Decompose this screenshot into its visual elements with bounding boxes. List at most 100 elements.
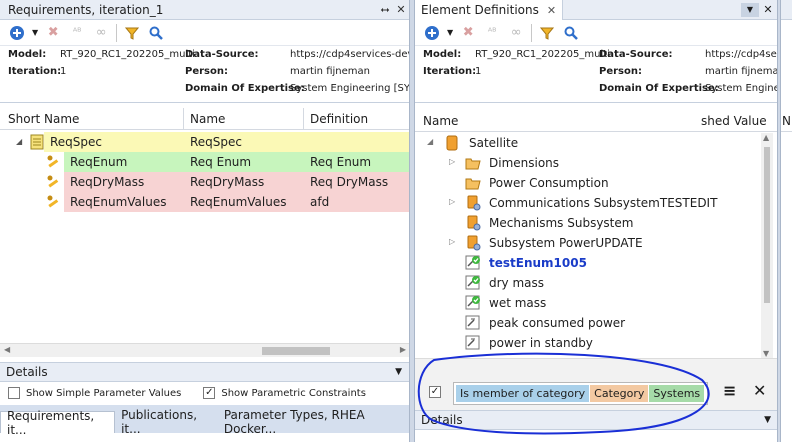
- table-row[interactable]: ◢ ReqSpec ReqSpec: [0, 132, 409, 152]
- model-label: Model:: [8, 49, 47, 60]
- tree-item[interactable]: peak consumed power: [415, 313, 761, 333]
- requirement-icon: [46, 154, 62, 173]
- show-parametric-checkbox[interactable]: ✓: [203, 387, 216, 399]
- spellcheck-icon[interactable]: ᴬᴮ: [483, 24, 501, 42]
- tree-item[interactable]: Power Consumption: [415, 173, 761, 193]
- parameter-green-icon: [465, 295, 481, 311]
- spellcheck-icon[interactable]: ᴬᴮ: [68, 24, 86, 42]
- tree-item[interactable]: dry mass: [415, 273, 761, 293]
- column-name[interactable]: Name: [423, 114, 458, 128]
- tree-item[interactable]: Mechanisms Subsystem: [415, 213, 761, 233]
- expander-icon[interactable]: ◢: [427, 137, 433, 146]
- tab-parameter-types[interactable]: Parameter Types, RHEA Docker...: [218, 408, 409, 436]
- dropdown-icon[interactable]: ▼: [741, 3, 759, 17]
- toolbar-separator: [531, 23, 533, 42]
- tab-publications[interactable]: Publications, it...: [115, 408, 218, 436]
- panel-title: Requirements, iteration_1: [8, 2, 164, 17]
- filter-menu-icon[interactable]: ≡: [723, 381, 736, 400]
- filter-icon[interactable]: [123, 24, 141, 42]
- add-dropdown-icon[interactable]: ▼: [32, 28, 38, 37]
- filter-chip[interactable]: Systems: [649, 385, 705, 402]
- element-usage-icon: [465, 215, 481, 231]
- collapse-arrow-icon[interactable]: ◢: [16, 137, 22, 146]
- domain-value: System Engineering [SYS]: [290, 83, 410, 94]
- chevron-down-icon[interactable]: ▼: [395, 367, 402, 377]
- expander-icon[interactable]: ▷: [449, 197, 455, 206]
- details-label: Details: [6, 365, 48, 379]
- search-icon[interactable]: [147, 24, 165, 42]
- filter-clear-icon[interactable]: ✕: [753, 381, 766, 400]
- add-icon[interactable]: [423, 24, 441, 42]
- search-icon[interactable]: [562, 24, 580, 42]
- table-row[interactable]: ReqDryMass ReqDryMass Req DryMass: [0, 172, 409, 193]
- binoculars-icon[interactable]: ∞: [507, 24, 525, 42]
- scroll-left-icon[interactable]: ◀: [4, 345, 10, 354]
- details-bar[interactable]: Details ▼: [0, 362, 409, 382]
- show-simple-label: Show Simple Parameter Values: [26, 387, 182, 399]
- scroll-down-icon[interactable]: ▼: [763, 349, 769, 358]
- name-cell: Req Enum: [190, 155, 252, 169]
- show-simple-checkbox[interactable]: [8, 387, 20, 399]
- filter-enabled-checkbox[interactable]: ✓: [429, 386, 441, 398]
- scroll-thumb[interactable]: [262, 347, 330, 355]
- tree-item[interactable]: testEnum1005: [415, 253, 761, 273]
- element-tree-vscrollbar[interactable]: ▲ ▼: [761, 133, 773, 358]
- requirements-titlebar: Requirements, iteration_1 ⭤ ✕: [0, 0, 409, 20]
- tab-element-definitions[interactable]: Element Definitions ✕: [415, 0, 564, 20]
- requirements-toolbar: ▼ ✖ ᴬᴮ ∞: [0, 20, 409, 46]
- expander-icon[interactable]: ▷: [449, 157, 455, 166]
- short-name-cell: ReqSpec: [50, 135, 103, 149]
- expander-icon[interactable]: ▷: [449, 237, 455, 246]
- close-icon[interactable]: ✕: [547, 4, 556, 17]
- column-name[interactable]: Name: [190, 112, 225, 126]
- domain-label: Domain Of Expertise:: [599, 83, 719, 94]
- scroll-up-icon[interactable]: ▲: [763, 133, 769, 142]
- close-icon[interactable]: ✕: [759, 0, 777, 19]
- filter-criteria[interactable]: Is member of category Category Systems: [453, 382, 709, 405]
- tree-item-label: Communications SubsystemTESTEDIT: [489, 196, 718, 210]
- filter-bar: ✓ Is member of category Category Systems ≡…: [415, 358, 777, 410]
- binoculars-icon[interactable]: ∞: [92, 24, 110, 42]
- tree-item-label: peak consumed power: [489, 316, 626, 330]
- tree-item[interactable]: ◢ Satellite: [415, 133, 761, 153]
- datasource-value: https://cdp4services-dev.rh: [290, 49, 409, 60]
- tree-item-label: power in standby: [489, 336, 593, 350]
- requirements-hscrollbar[interactable]: ◀ ▶: [0, 343, 409, 357]
- filter-icon[interactable]: [538, 24, 556, 42]
- scroll-thumb[interactable]: [764, 147, 770, 303]
- requirement-icon: [46, 174, 62, 193]
- pin-icon[interactable]: ⭤: [377, 3, 393, 17]
- domain-label: Domain Of Expertise:: [185, 83, 305, 94]
- table-row[interactable]: ReqEnum Req Enum Req Enum: [0, 152, 409, 173]
- add-dropdown-icon[interactable]: ▼: [447, 28, 453, 37]
- person-label: Person:: [185, 66, 228, 77]
- tree-item[interactable]: power in standby: [415, 333, 761, 353]
- filter-chip[interactable]: Is member of category: [456, 385, 590, 402]
- tree-item[interactable]: wet mass: [415, 293, 761, 313]
- column-published-value[interactable]: shed Value: [701, 114, 767, 128]
- toolbar-separator: [116, 23, 118, 42]
- chevron-down-icon[interactable]: ▼: [764, 415, 771, 425]
- add-icon[interactable]: [8, 24, 26, 42]
- tree-item[interactable]: ▷ Subsystem PowerUPDATE: [415, 233, 761, 253]
- details-bar[interactable]: Details ▼: [415, 410, 777, 430]
- person-label: Person:: [599, 66, 642, 77]
- iteration-label: Iteration:: [423, 66, 477, 77]
- delete-icon[interactable]: ✖: [44, 24, 62, 42]
- scroll-right-icon[interactable]: ▶: [400, 345, 406, 354]
- tab-requirements[interactable]: Requirements, it...: [0, 409, 116, 437]
- filter-chip[interactable]: Category: [590, 385, 649, 402]
- tree-item[interactable]: ▷ Communications SubsystemTESTEDIT: [415, 193, 761, 213]
- delete-icon[interactable]: ✖: [459, 24, 477, 42]
- requirement-icon: [46, 194, 62, 213]
- tree-item[interactable]: ▷ Dimensions: [415, 153, 761, 173]
- iteration-label: Iteration:: [8, 66, 62, 77]
- column-definition[interactable]: Definition: [310, 112, 368, 126]
- folder-icon: [465, 155, 481, 171]
- close-icon[interactable]: ✕: [393, 3, 409, 16]
- short-name-cell: ReqEnumValues: [70, 195, 167, 209]
- tree-item-label: Power Consumption: [489, 176, 609, 190]
- model-value: RT_920_RC1_202205_multi: [475, 49, 610, 60]
- column-short-name[interactable]: Short Name: [8, 112, 79, 126]
- table-row[interactable]: ReqEnumValues ReqEnumValues afd: [0, 192, 409, 213]
